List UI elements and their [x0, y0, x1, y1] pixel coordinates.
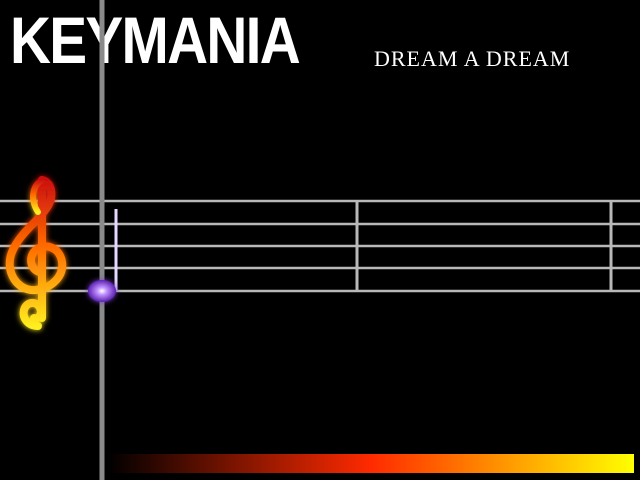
- game-stage: KEYMANIA DREAM A DREAM: [0, 0, 640, 480]
- music-staff-scene: [0, 0, 640, 480]
- note-head: [88, 280, 116, 302]
- score-bar: [108, 454, 634, 473]
- staff-lines: [0, 199, 640, 293]
